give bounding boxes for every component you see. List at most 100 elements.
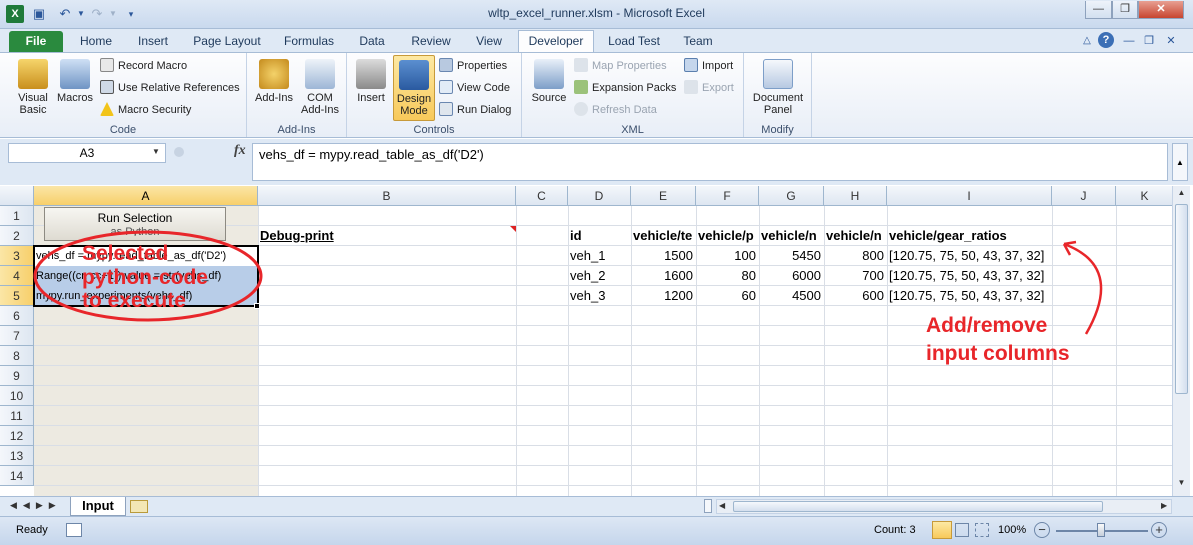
insert-control-label: Insert xyxy=(357,92,385,104)
scroll-left-icon[interactable]: ◀ xyxy=(719,501,725,510)
status-bar: Ready Count: 3 100% − + xyxy=(0,516,1193,545)
sheet-tab-input[interactable]: Input xyxy=(70,497,126,516)
scroll-down-icon[interactable]: ▼ xyxy=(1174,478,1189,492)
macros-button[interactable]: Macros xyxy=(54,59,96,104)
run-dialog-label: Run Dialog xyxy=(457,104,512,116)
source-button[interactable]: Source xyxy=(528,59,570,104)
tab-page-layout[interactable]: Page Layout xyxy=(190,33,264,52)
design-mode-label: Design Mode xyxy=(396,93,432,117)
view-code-button[interactable]: View Code xyxy=(439,79,510,97)
scroll-right-icon[interactable]: ▶ xyxy=(1161,501,1167,510)
com-addins-button[interactable]: COM Add-Ins xyxy=(297,59,343,116)
formula-bar-handle-icon xyxy=(174,147,184,157)
group-addins-label: Add-Ins xyxy=(277,124,316,136)
zoom-out-button[interactable]: − xyxy=(1034,522,1050,538)
close-button[interactable]: ✕ xyxy=(1138,1,1184,19)
tab-review[interactable]: Review xyxy=(405,33,457,52)
group-addins: Add-Ins COM Add-Ins Add-Ins xyxy=(247,53,347,137)
group-controls: Insert Design Mode Properties View Code … xyxy=(347,53,522,137)
sheet-nav-arrows-icon[interactable]: ◀◀▶▶ xyxy=(10,500,62,511)
name-box-dropdown-icon[interactable]: ▼ xyxy=(152,147,160,156)
page-break-view-icon[interactable] xyxy=(975,523,989,537)
tab-home[interactable]: Home xyxy=(74,33,118,52)
expansion-packs-button[interactable]: Expansion Packs xyxy=(574,79,676,97)
tab-load-test[interactable]: Load Test xyxy=(604,33,664,52)
minimize-ribbon-icon[interactable]: △ xyxy=(1078,32,1096,50)
properties-label: Properties xyxy=(457,60,508,72)
tab-file[interactable]: File xyxy=(9,31,63,52)
minimize-button[interactable]: — xyxy=(1085,1,1112,19)
relative-references-button[interactable]: Use Relative References xyxy=(100,79,240,97)
zoom-level[interactable]: 100% xyxy=(998,524,1026,536)
map-properties-button: Map Properties xyxy=(574,57,667,75)
insert-control-button[interactable]: Insert xyxy=(351,59,391,104)
workbook-minimize-icon[interactable]: — xyxy=(1120,32,1138,50)
refresh-icon xyxy=(574,102,588,116)
tab-formulas[interactable]: Formulas xyxy=(279,33,339,52)
source-label: Source xyxy=(531,92,567,104)
vertical-scroll-thumb[interactable] xyxy=(1175,204,1188,394)
formula-input[interactable]: vehs_df = mypy.read_table_as_df('D2') xyxy=(252,143,1168,181)
run-dialog-button[interactable]: Run Dialog xyxy=(439,101,511,119)
visual-basic-icon xyxy=(18,59,48,89)
document-panel-button[interactable]: Document Panel xyxy=(746,59,810,116)
addins-button[interactable]: Add-Ins xyxy=(251,59,297,104)
warning-icon xyxy=(100,102,114,116)
export-label: Export xyxy=(702,82,734,94)
window-title: wltp_excel_runner.xlsm - Microsoft Excel xyxy=(488,6,705,20)
scroll-up-icon[interactable]: ▲ xyxy=(1174,188,1189,202)
export-icon xyxy=(684,80,698,94)
group-code: Visual Basic Macros Record Macro Use Rel… xyxy=(0,53,247,137)
sheet-tab-bar: ◀◀▶▶ Input ◀ ▶ xyxy=(0,496,1193,516)
page-layout-view-icon[interactable] xyxy=(955,523,969,537)
tab-view[interactable]: View xyxy=(470,33,508,52)
properties-button[interactable]: Properties xyxy=(439,57,507,75)
zoom-in-button[interactable]: + xyxy=(1151,522,1167,538)
document-panel-icon xyxy=(763,59,793,89)
macro-recording-icon[interactable] xyxy=(66,523,82,537)
horizontal-scroll-thumb[interactable] xyxy=(733,501,1103,512)
vertical-scrollbar[interactable]: ▲ ▼ xyxy=(1172,186,1190,496)
record-macro-button[interactable]: Record Macro xyxy=(100,57,187,75)
expand-formula-bar-button[interactable]: ▲ xyxy=(1172,143,1188,181)
export-button: Export xyxy=(684,79,734,97)
annotation-drawings xyxy=(33,230,1103,335)
design-mode-icon xyxy=(399,60,429,90)
com-addins-label: COM Add-Ins xyxy=(301,92,339,116)
zoom-slider-thumb[interactable] xyxy=(1097,523,1105,537)
relative-references-label: Use Relative References xyxy=(118,82,240,94)
group-modify-label: Modify xyxy=(761,124,794,136)
import-button[interactable]: Import xyxy=(684,57,733,75)
normal-view-icon[interactable] xyxy=(932,521,952,539)
addins-label: Add-Ins xyxy=(255,92,293,104)
tab-split-handle[interactable] xyxy=(704,499,712,513)
tab-team[interactable]: Team xyxy=(678,33,718,52)
help-icon[interactable]: ? xyxy=(1098,32,1114,48)
run-dialog-icon xyxy=(439,102,453,116)
workbook-close-icon[interactable]: ✕ xyxy=(1162,32,1180,50)
status-ready: Ready xyxy=(16,524,48,536)
tab-data[interactable]: Data xyxy=(352,33,392,52)
group-code-label: Code xyxy=(109,124,137,136)
visual-basic-button[interactable]: Visual Basic xyxy=(10,59,56,116)
worksheet-grid[interactable]: A B C D E F G H I J K 1 2 3 4 5 6 7 8 9 … xyxy=(0,186,1172,496)
tab-developer[interactable]: Developer xyxy=(518,30,594,52)
insert-function-button[interactable]: fx xyxy=(234,143,246,159)
restore-button[interactable]: ❐ xyxy=(1112,1,1138,19)
annotation-ellipse xyxy=(33,230,263,322)
map-properties-icon xyxy=(574,58,588,72)
horizontal-scrollbar[interactable]: ◀ ▶ xyxy=(716,499,1172,514)
status-count: Count: 3 xyxy=(874,524,916,536)
tab-insert[interactable]: Insert xyxy=(131,33,175,52)
formula-bar: A3 ▼ fx vehs_df = mypy.read_table_as_df(… xyxy=(0,139,1193,185)
workbook-restore-icon[interactable]: ❐ xyxy=(1140,32,1158,50)
insert-sheet-icon[interactable] xyxy=(130,500,148,513)
name-box[interactable]: A3 xyxy=(8,143,166,163)
macro-security-button[interactable]: Macro Security xyxy=(100,101,191,119)
title-bar: X ▣ ↶ ▼ ↷ ▼ ▾ wltp_excel_runner.xlsm - M… xyxy=(0,0,1193,29)
design-mode-button[interactable]: Design Mode xyxy=(393,55,435,121)
toolbox-icon xyxy=(356,59,386,89)
group-xml-label: XML xyxy=(621,124,644,136)
macros-icon xyxy=(60,59,90,89)
macro-security-label: Macro Security xyxy=(118,104,192,116)
